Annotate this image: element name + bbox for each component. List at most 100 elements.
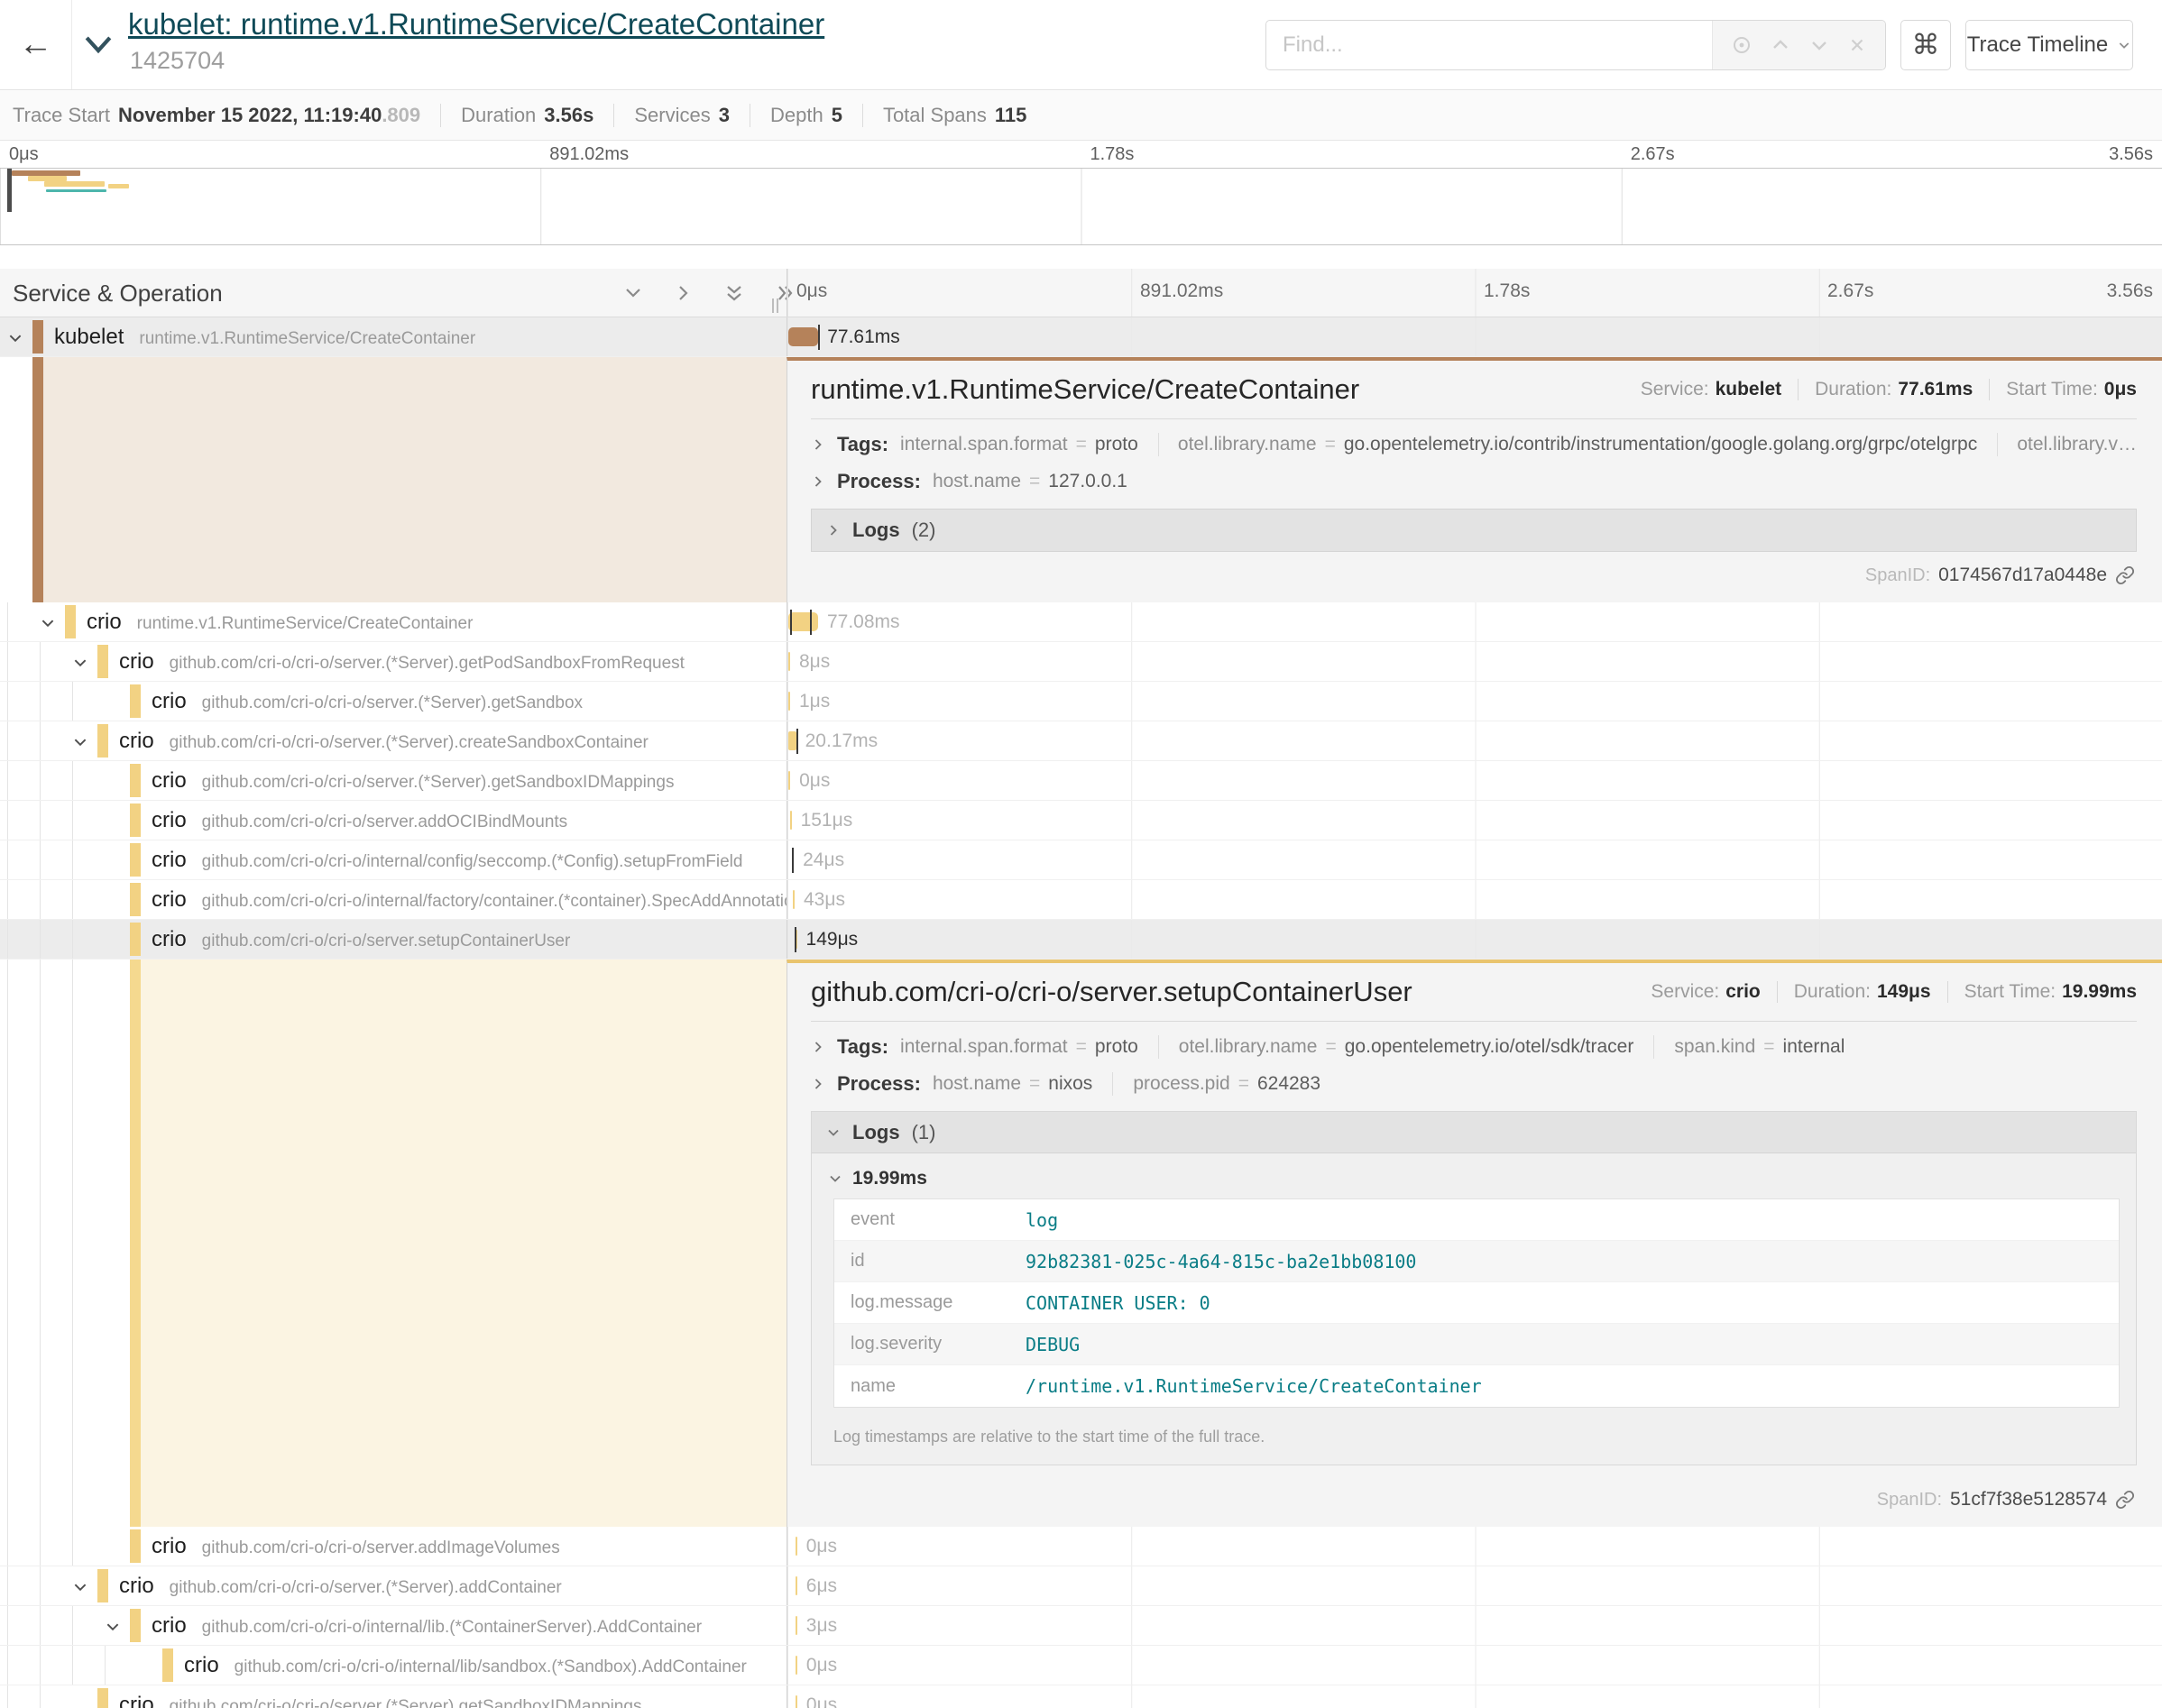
span-duration-label: 20.17ms [805, 721, 879, 760]
summary-value: 115 [995, 104, 1027, 126]
tree-guide-line [7, 960, 8, 1527]
chevron-right-icon [811, 437, 825, 452]
span-name-cell[interactable]: criogithub.com/cri-o/cri-o/server.(*Serv… [0, 761, 787, 800]
span-name-cell[interactable]: criogithub.com/cri-o/cri-o/server.(*Serv… [0, 642, 787, 681]
span-name-cell[interactable]: criogithub.com/cri-o/cri-o/internal/lib/… [0, 1646, 787, 1685]
span-name-cell[interactable]: criogithub.com/cri-o/cri-o/server.(*Serv… [0, 682, 787, 721]
span-bar[interactable] [788, 652, 790, 671]
span-timeline-cell[interactable]: 8μs [787, 642, 2162, 681]
minimap-viewport-scrubber[interactable] [7, 169, 12, 212]
span-row: kubeletruntime.v1.RuntimeService/CreateC… [0, 317, 2162, 357]
expand-one-icon[interactable] [673, 282, 695, 304]
span-timeline-cell[interactable]: 0μs [787, 1646, 2162, 1685]
tree-chevron-icon[interactable] [40, 615, 58, 631]
tree-guide-line [7, 920, 8, 959]
span-bar[interactable] [796, 1616, 797, 1635]
deep-link-icon[interactable] [2115, 1490, 2135, 1510]
log-entry-header[interactable]: 19.99ms [828, 1159, 2120, 1198]
span-bar[interactable] [788, 327, 818, 346]
collapse-all-icon[interactable] [723, 282, 745, 304]
span-duration-label: 43μs [804, 880, 845, 919]
equals-sign: = [1238, 1073, 1249, 1095]
kv-key-text: otel.library.name [1179, 1036, 1318, 1058]
operation-name: github.com/cri-o/cri-o/server.setupConta… [202, 932, 571, 950]
span-name-cell[interactable]: kubeletruntime.v1.RuntimeService/CreateC… [0, 317, 787, 356]
detail-highlight-wash [43, 357, 787, 602]
tree-guide-line [72, 1646, 73, 1685]
span-name: criogithub.com/cri-o/cri-o/server.(*Serv… [0, 761, 787, 800]
timeline-minimap[interactable] [0, 168, 2162, 245]
tree-chevron-icon[interactable] [72, 655, 90, 671]
span-timeline-cell[interactable]: 20.17ms [787, 721, 2162, 760]
span-timeline-cell[interactable]: 0μs [787, 761, 2162, 800]
collapse-one-icon[interactable] [622, 282, 644, 304]
deep-link-icon[interactable] [2115, 565, 2135, 585]
kv-value-text: nixos [1048, 1073, 1092, 1095]
span-name-cell[interactable]: criogithub.com/cri-o/cri-o/internal/lib.… [0, 1606, 787, 1645]
span-name-cell[interactable]: criogithub.com/cri-o/cri-o/server.addIma… [0, 1527, 787, 1566]
span-bar[interactable] [796, 1537, 797, 1556]
tags-accordion[interactable]: Tags:internal.span.format=protootel.libr… [811, 1035, 2137, 1059]
keyboard-shortcuts-button[interactable]: ⌘ [1900, 20, 1951, 70]
tree-guide-line [105, 1646, 106, 1685]
span-timeline-cell[interactable]: 77.61ms [787, 317, 2162, 356]
tree-chevron-icon[interactable] [72, 1579, 90, 1595]
kv-pair: internal.span.format=proto [900, 434, 1138, 455]
back-button[interactable]: ← [0, 0, 72, 89]
span-timeline-cell[interactable]: 151μs [787, 801, 2162, 840]
span-name-cell[interactable]: criogithub.com/cri-o/cri-o/server.setupC… [0, 920, 787, 959]
span-timeline-cell[interactable]: 6μs [787, 1566, 2162, 1605]
next-result-icon[interactable] [1808, 34, 1830, 56]
span-timeline-cell[interactable]: 149μs [787, 920, 2162, 959]
command-icon: ⌘ [1912, 29, 1940, 60]
trace-header-collapse-icon[interactable] [83, 32, 114, 56]
tree-guide-line [72, 920, 73, 959]
service-color-bar [65, 605, 76, 638]
tree-chevron-icon[interactable] [7, 330, 25, 346]
span-timeline-cell[interactable]: 77.08ms [787, 602, 2162, 641]
tags-accordion[interactable]: Tags:internal.span.format=protootel.libr… [811, 433, 2137, 456]
span-name-cell[interactable]: criogithub.com/cri-o/cri-o/server.(*Serv… [0, 1685, 787, 1708]
span-timeline-cell[interactable]: 3μs [787, 1606, 2162, 1645]
span-bar[interactable] [790, 811, 792, 830]
focus-target-icon[interactable] [1731, 34, 1753, 56]
log-marker [795, 927, 796, 952]
process-accordion[interactable]: Process:host.name=nixosprocess.pid=62428… [811, 1072, 2137, 1096]
span-bar[interactable] [796, 1576, 797, 1595]
logs-accordion-header[interactable]: Logs(1) [812, 1112, 2136, 1153]
span-bar[interactable] [796, 1656, 797, 1675]
span-timeline-cell[interactable]: 24μs [787, 840, 2162, 879]
kv-value-text: proto [1095, 434, 1138, 455]
prev-result-icon[interactable] [1770, 34, 1791, 56]
tree-chevron-icon[interactable] [72, 734, 90, 750]
span-bar[interactable] [788, 692, 790, 711]
process-accordion[interactable]: Process:host.name=127.0.0.1 [811, 470, 2137, 493]
tree-guide-line [7, 602, 8, 641]
trace-view-selector[interactable]: Trace Timeline [1965, 20, 2133, 70]
span-bar[interactable] [788, 731, 796, 750]
span-timeline-cell[interactable]: 0μs [787, 1685, 2162, 1708]
span-bar[interactable] [796, 1695, 797, 1708]
tree-chevron-icon[interactable] [105, 1619, 123, 1635]
clear-search-icon[interactable] [1847, 35, 1867, 55]
meta-item: Service:kubelet [1641, 379, 1781, 400]
column-resizer-handle[interactable] [772, 298, 778, 313]
span-bar[interactable] [793, 890, 795, 909]
find-input[interactable] [1266, 21, 1712, 69]
trace-title-link[interactable]: kubelet: runtime.v1.RuntimeService/Creat… [128, 7, 824, 41]
span-timeline-cell[interactable]: 1μs [787, 682, 2162, 721]
span-duration-label: 3μs [806, 1606, 837, 1645]
span-name-cell[interactable]: crioruntime.v1.RuntimeService/CreateCont… [0, 602, 787, 641]
logs-accordion[interactable]: Logs(2) [811, 509, 2137, 552]
span-bar[interactable] [788, 612, 818, 631]
span-name-cell[interactable]: criogithub.com/cri-o/cri-o/server.(*Serv… [0, 721, 787, 760]
span-name-cell[interactable]: criogithub.com/cri-o/cri-o/server.addOCI… [0, 801, 787, 840]
kv-key-text: process.pid [1133, 1073, 1229, 1095]
span-name-cell[interactable]: criogithub.com/cri-o/cri-o/internal/conf… [0, 840, 787, 879]
span-bar[interactable] [788, 771, 790, 790]
span-timeline-cell[interactable]: 43μs [787, 880, 2162, 919]
span-name-cell[interactable]: criogithub.com/cri-o/cri-o/internal/fact… [0, 880, 787, 919]
span-name-cell[interactable]: criogithub.com/cri-o/cri-o/server.(*Serv… [0, 1566, 787, 1605]
span-timeline-cell[interactable]: 0μs [787, 1527, 2162, 1566]
summary-value: 5 [832, 104, 842, 126]
